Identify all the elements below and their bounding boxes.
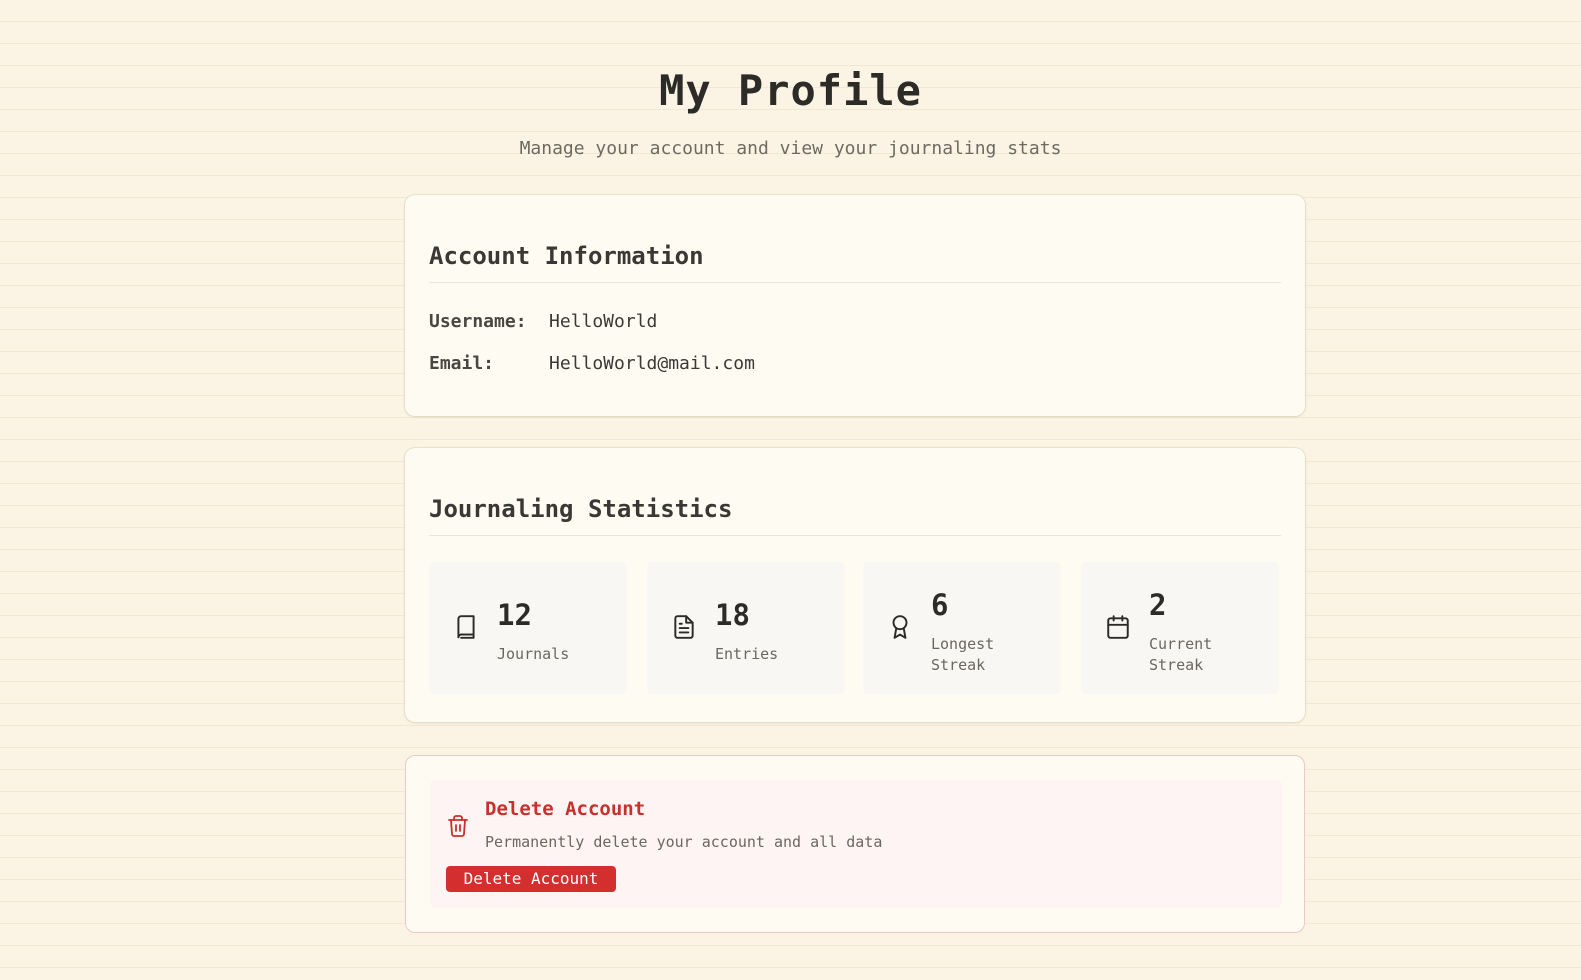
delete-account-button[interactable]: Delete Account — [446, 866, 616, 892]
delete-account-panel: Delete Account Permanently delete your a… — [430, 780, 1282, 908]
stat-label: Longest Streak — [931, 635, 995, 674]
page-title: My Profile — [659, 66, 922, 115]
email-label: Email: — [429, 353, 495, 374]
email-value: HelloWorld@mail.com — [549, 353, 755, 374]
stats-card: Journaling Statistics 12 Journals 18 Ent… — [405, 448, 1305, 722]
book-icon — [453, 614, 479, 640]
stat-current-streak: 2 Current Streak — [1081, 562, 1279, 694]
username-row: Username: HelloWorld — [429, 311, 657, 332]
email-row: Email: HelloWorld@mail.com — [429, 353, 755, 374]
account-info-card: Account Information Username: HelloWorld … — [405, 195, 1305, 416]
danger-zone-card: Delete Account Permanently delete your a… — [405, 755, 1305, 933]
stats-heading: Journaling Statistics — [429, 495, 1281, 536]
stat-entries: 18 Entries — [647, 562, 845, 694]
calendar-icon — [1105, 614, 1131, 640]
account-info-heading: Account Information — [429, 242, 1281, 283]
delete-account-description: Permanently delete your account and all … — [485, 833, 883, 851]
username-value: HelloWorld — [549, 311, 658, 332]
stat-label: Journals — [497, 645, 570, 663]
page-subtitle: Manage your account and view your journa… — [519, 138, 1062, 159]
stat-journals: 12 Journals — [429, 562, 627, 694]
stat-value: 18 — [715, 598, 750, 632]
stat-label: Current Streak — [1149, 635, 1213, 674]
stat-value: 6 — [931, 588, 949, 622]
trash-icon — [446, 814, 470, 838]
document-icon — [671, 614, 697, 640]
stat-value: 2 — [1149, 588, 1167, 622]
stat-label: Entries — [715, 645, 779, 663]
stat-value: 12 — [497, 598, 532, 632]
username-label: Username: — [429, 311, 527, 332]
stat-longest-streak: 6 Longest Streak — [863, 562, 1061, 694]
award-icon — [887, 614, 913, 640]
delete-account-title: Delete Account — [485, 798, 646, 820]
